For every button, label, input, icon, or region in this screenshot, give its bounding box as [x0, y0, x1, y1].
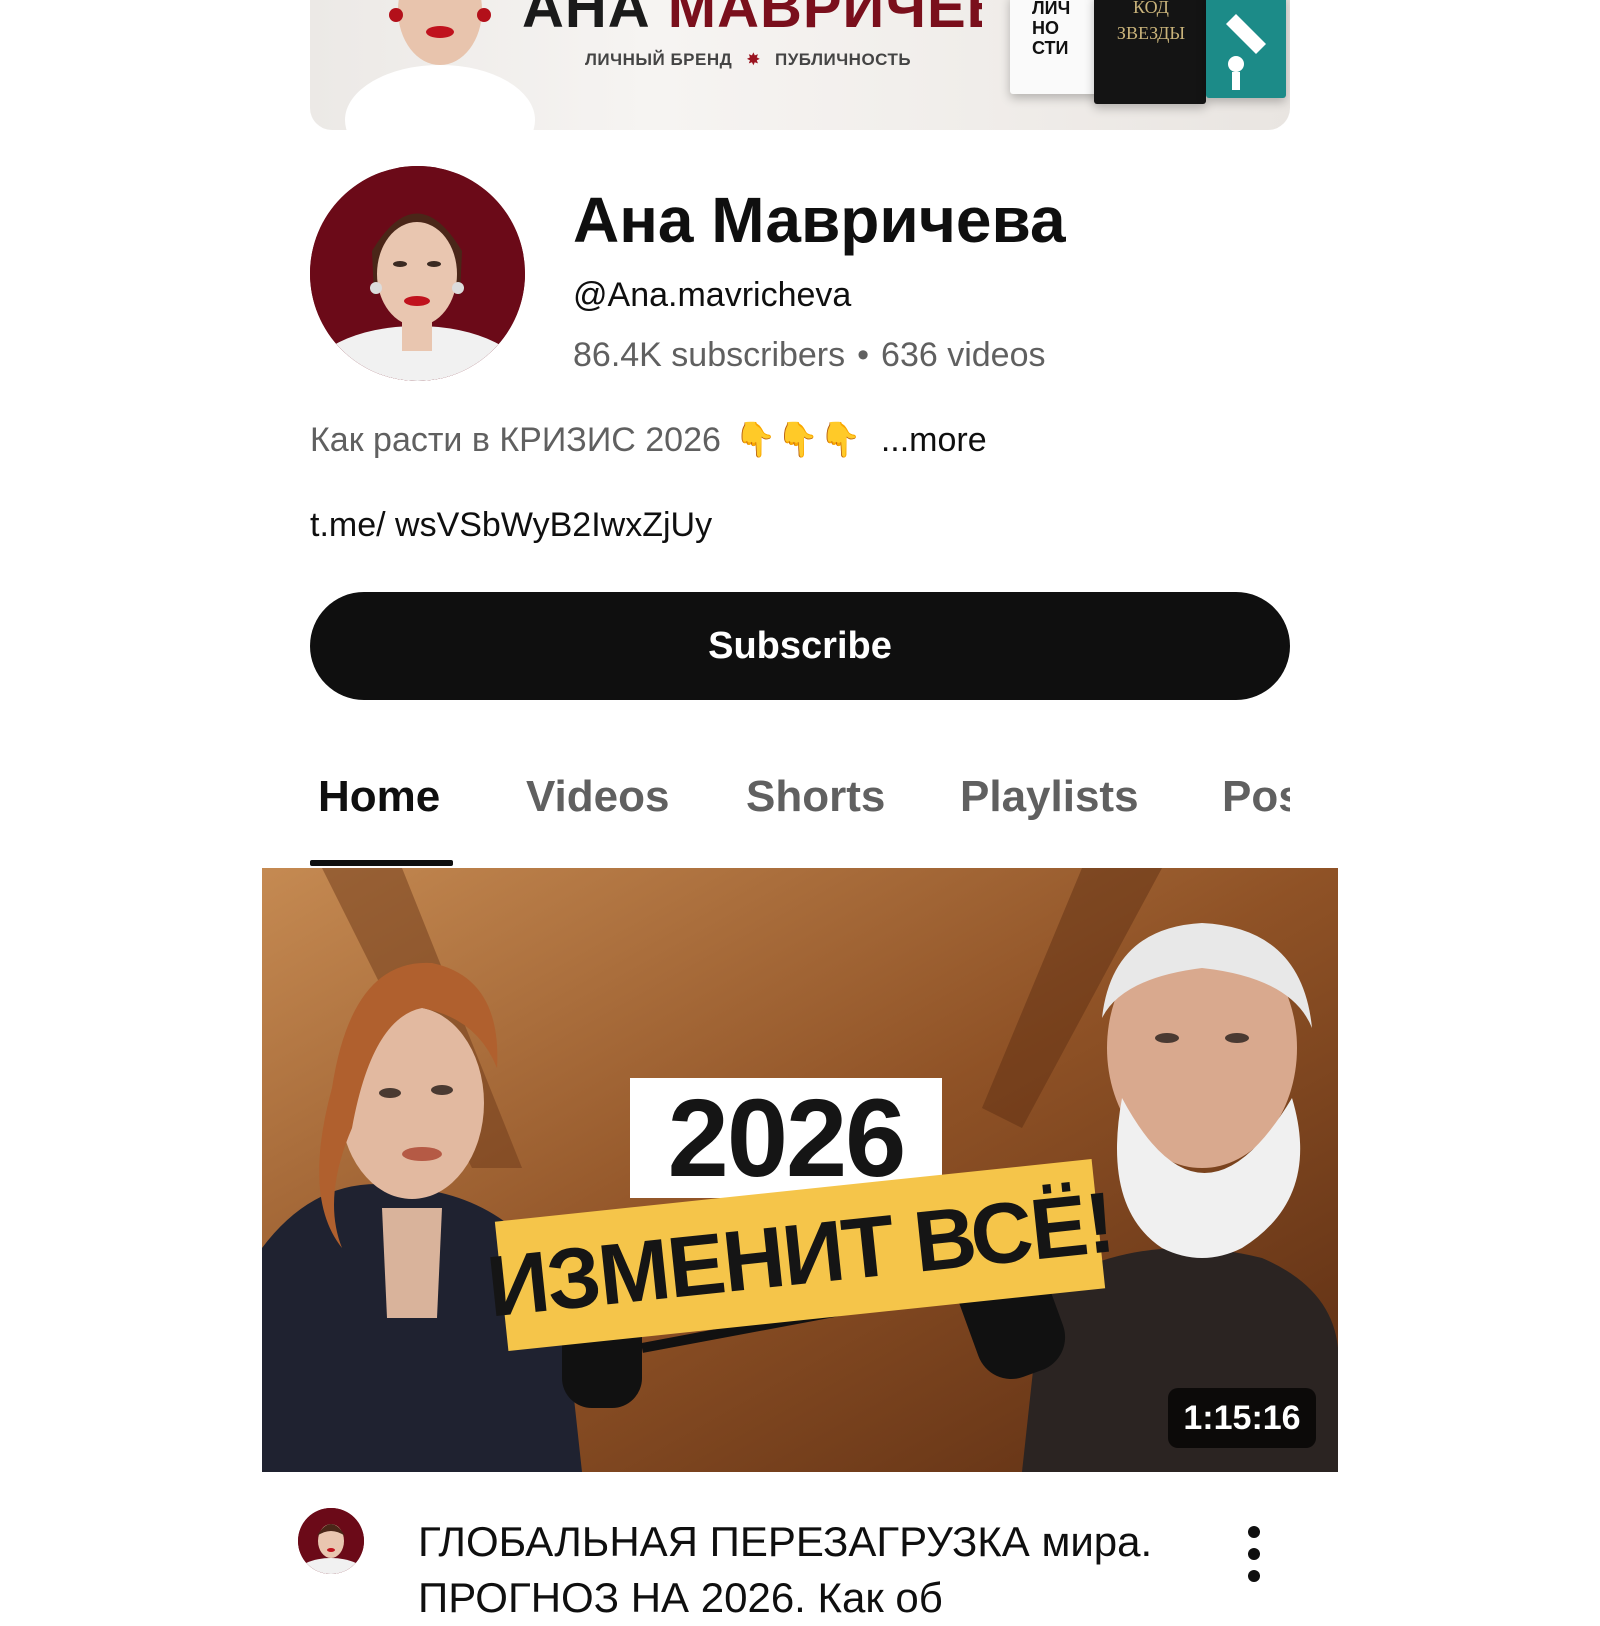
tab-posts[interactable]: Pos	[1222, 760, 1290, 834]
tab-playlists[interactable]: Playlists	[960, 760, 1139, 834]
banner-book-1: ЛИЧ НО СТИ	[1010, 0, 1102, 94]
banner-tags: ЛИЧНЫЙ БРЕНД ✸ ПУБЛИЧНОСТЬ	[585, 50, 911, 70]
banner-book-2: КОД ЗВЕЗДЫ	[1094, 0, 1206, 104]
channel-stats: 86.4K subscribers • 636 videos	[573, 336, 1046, 375]
video-channel-avatar[interactable]	[298, 1508, 364, 1574]
banner-book-3	[1206, 0, 1286, 98]
banner-tag-publicity: ПУБЛИЧНОСТЬ	[775, 50, 912, 69]
banner-portrait-image	[345, 0, 535, 130]
tab-home[interactable]: Home	[318, 760, 440, 834]
channel-tabs: Home Videos Shorts Playlists Pos	[310, 760, 1290, 868]
active-tab-indicator	[310, 860, 453, 866]
kebab-vertical-icon[interactable]	[1236, 1522, 1272, 1586]
banner-title: АНА МАВРИЧЕВА	[522, 0, 982, 38]
stats-separator: •	[857, 336, 870, 374]
avatar-portrait-image	[298, 1508, 364, 1574]
book-cover-art-icon	[1226, 14, 1266, 90]
channel-name: Ана Мавричева	[573, 184, 1066, 256]
pointing-down-emoji-icon: 👇👇👇	[734, 421, 862, 459]
channel-link[interactable]: t.me/ wsVSbWyB2IwxZjUy	[310, 506, 712, 545]
subscribe-button[interactable]: Subscribe	[310, 592, 1290, 700]
video-duration-badge: 1:15:16	[1168, 1388, 1316, 1448]
subscriber-count: 86.4K subscribers	[573, 336, 846, 374]
tab-videos[interactable]: Videos	[526, 760, 669, 834]
channel-avatar[interactable]	[310, 166, 525, 381]
channel-handle: @Ana.mavricheva	[573, 276, 852, 314]
avatar-portrait-image	[310, 166, 525, 381]
channel-banner: АНА МАВРИЧЕВА ЛИЧНЫЙ БРЕНД ✸ ПУБЛИЧНОСТЬ Л…	[310, 0, 1290, 130]
tab-shorts[interactable]: Shorts	[746, 760, 885, 834]
video-title[interactable]: ГЛОБАЛЬНАЯ ПЕРЕЗАГРУЗКА мира. ПРОГНОЗ НА…	[418, 1514, 1178, 1626]
video-count: 636 videos	[881, 336, 1046, 374]
more-link[interactable]: ...more	[881, 421, 987, 459]
channel-description[interactable]: Как расти в КРИЗИС 2026 👇👇👇 ...more	[310, 420, 987, 460]
asterisk-icon: ✸	[746, 50, 761, 69]
banner-tag-brand: ЛИЧНЫЙ БРЕНД	[585, 50, 733, 69]
description-text: Как расти в КРИЗИС 2026	[310, 421, 721, 459]
